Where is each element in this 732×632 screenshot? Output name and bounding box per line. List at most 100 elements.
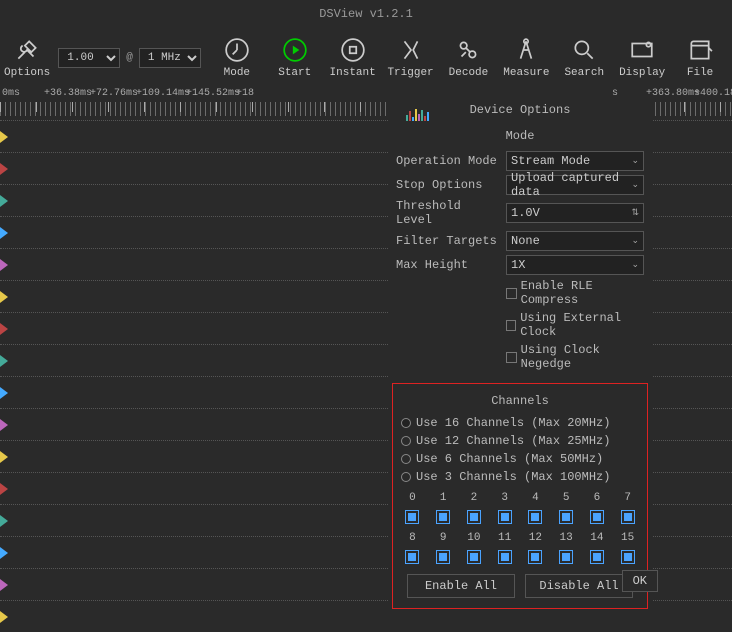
channel-checkbox[interactable]: [467, 550, 481, 564]
trigger-icon: [398, 37, 424, 63]
channel-marker-icon: [0, 515, 8, 527]
channel-checkbox[interactable]: [621, 550, 635, 564]
channel-number: 15: [614, 532, 641, 544]
search-button[interactable]: Search: [556, 37, 612, 79]
channel-marker-icon: [0, 227, 8, 239]
threshold-label: Threshold Level: [396, 199, 500, 227]
channel-number: 7: [614, 492, 641, 504]
chevron-down-icon: ⌄: [631, 156, 639, 166]
instant-icon: [340, 37, 366, 63]
channel-number: 9: [430, 532, 457, 544]
channel-checkbox[interactable]: [590, 510, 604, 524]
channel-count-option[interactable]: Use 12 Channels (Max 25MHz): [399, 432, 641, 450]
channel-checkbox[interactable]: [498, 550, 512, 564]
channel-number: 3: [491, 492, 518, 504]
display-icon: [629, 37, 655, 63]
channel-checkbox[interactable]: [621, 510, 635, 524]
sample-rate-select[interactable]: 1 MHz: [139, 48, 201, 68]
channel-checkbox[interactable]: [528, 510, 542, 524]
decode-button[interactable]: Decode: [441, 37, 497, 79]
channel-marker-icon: [0, 131, 8, 143]
rle-label: Enable RLE Compress: [521, 279, 652, 307]
channel-number: 8: [399, 532, 426, 544]
channel-checkbox[interactable]: [405, 550, 419, 564]
channel-number: 4: [522, 492, 549, 504]
radio-icon: [401, 436, 411, 446]
ok-button[interactable]: OK: [622, 570, 658, 592]
ruler-label: +145.52ms: [186, 88, 240, 99]
channel-number: 12: [522, 532, 549, 544]
channel-marker-icon: [0, 387, 8, 399]
channel-checkbox[interactable]: [436, 510, 450, 524]
channel-number: 1: [430, 492, 457, 504]
channel-marker-icon: [0, 195, 8, 207]
waveform-icon: [406, 109, 429, 121]
channel-marker-icon: [0, 611, 8, 623]
channel-number: 6: [584, 492, 611, 504]
ruler-label: +36.38ms: [44, 88, 92, 99]
radio-icon: [401, 472, 411, 482]
channels-panel: Channels Use 16 Channels (Max 20MHz) Use …: [392, 383, 648, 609]
search-icon: [571, 37, 597, 63]
channel-count-option[interactable]: Use 6 Channels (Max 50MHz): [399, 450, 641, 468]
start-button[interactable]: Start: [267, 37, 323, 79]
ruler-label: +18: [236, 88, 254, 99]
enable-all-button[interactable]: Enable All: [407, 574, 515, 598]
channel-checkbox[interactable]: [590, 550, 604, 564]
channel-number: 2: [461, 492, 488, 504]
radio-label: Use 6 Channels (Max 50MHz): [416, 452, 603, 466]
mode-icon: [224, 37, 250, 63]
channel-marker-icon: [0, 547, 8, 559]
operation-mode-label: Operation Mode: [396, 154, 500, 168]
rle-checkbox[interactable]: [506, 288, 517, 299]
channel-checkbox[interactable]: [559, 550, 573, 564]
options-button[interactable]: Options: [4, 37, 50, 79]
ruler-label: 0ms: [2, 88, 20, 99]
channel-marker-icon: [0, 259, 8, 271]
channel-marker-icon: [0, 291, 8, 303]
measure-button[interactable]: Measure: [498, 37, 554, 79]
max-height-select[interactable]: 1X⌄: [506, 255, 644, 275]
stop-options-label: Stop Options: [396, 178, 500, 192]
disable-all-button[interactable]: Disable All: [525, 574, 633, 598]
trigger-button[interactable]: Trigger: [383, 37, 439, 79]
instant-button[interactable]: Instant: [325, 37, 381, 79]
ext-clock-checkbox[interactable]: [506, 320, 516, 331]
operation-mode-select[interactable]: Stream Mode⌄: [506, 151, 644, 171]
channel-marker-icon: [0, 451, 8, 463]
channels-heading: Channels: [399, 394, 641, 408]
channel-marker-icon: [0, 163, 8, 175]
channel-checkbox[interactable]: [498, 510, 512, 524]
mode-button[interactable]: Mode: [209, 37, 265, 79]
channel-checkbox[interactable]: [467, 510, 481, 524]
max-height-label: Max Height: [396, 258, 500, 272]
channel-checkbox[interactable]: [528, 550, 542, 564]
radio-label: Use 12 Channels (Max 25MHz): [416, 434, 610, 448]
file-button[interactable]: File: [672, 37, 728, 79]
channel-number: 11: [491, 532, 518, 544]
radio-label: Use 16 Channels (Max 20MHz): [416, 416, 610, 430]
channel-marker-icon: [0, 579, 8, 591]
chevron-down-icon: ⌄: [631, 260, 639, 270]
channel-checkbox[interactable]: [559, 510, 573, 524]
play-icon: [282, 37, 308, 63]
title-bar: DSView v1.2.1: [0, 0, 732, 28]
negedge-checkbox[interactable]: [506, 352, 517, 363]
channel-checkbox[interactable]: [436, 550, 450, 564]
threshold-spinner[interactable]: 1.0V⇅: [506, 203, 644, 223]
channel-number: 14: [584, 532, 611, 544]
duration-select[interactable]: 1.00 s: [58, 48, 120, 68]
negedge-label: Using Clock Negedge: [521, 343, 652, 371]
stop-options-select[interactable]: Upload captured data⌄: [506, 175, 644, 195]
display-button[interactable]: Display: [614, 37, 670, 79]
chevron-down-icon: ⌄: [631, 180, 639, 190]
filter-targets-select[interactable]: None⌄: [506, 231, 644, 251]
compass-icon: [513, 37, 539, 63]
channel-number: 10: [461, 532, 488, 544]
channel-number: 13: [553, 532, 580, 544]
channel-count-option[interactable]: Use 16 Channels (Max 20MHz): [399, 414, 641, 432]
run-controls: 1.00 s @ 1 MHz: [58, 48, 201, 68]
channel-checkbox[interactable]: [405, 510, 419, 524]
ruler-label: +363.80ms: [646, 88, 700, 99]
channel-count-option[interactable]: Use 3 Channels (Max 100MHz): [399, 468, 641, 486]
